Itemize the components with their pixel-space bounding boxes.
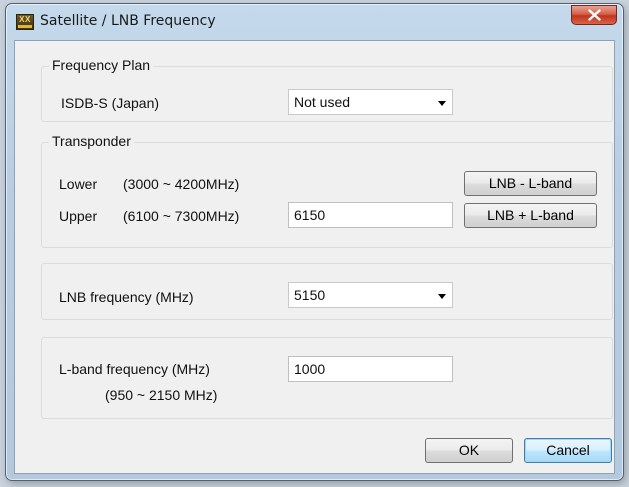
ok-button[interactable]: OK xyxy=(425,438,513,463)
app-logo-text: XX xyxy=(19,15,31,24)
lnb-minus-lband-button[interactable]: LNB - L-band xyxy=(464,171,597,196)
dropdown-arrow-icon xyxy=(438,101,446,106)
close-button[interactable] xyxy=(571,5,617,25)
window-title: Satellite / LNB Frequency xyxy=(40,13,216,29)
isdb-s-label: ISDB-S (Japan) xyxy=(61,95,160,111)
lband-frequency-label: L-band frequency (MHz) xyxy=(59,361,210,377)
lnb-plus-lband-button[interactable]: LNB + L-band xyxy=(464,203,597,228)
lband-frequency-input[interactable]: 1000 xyxy=(288,356,453,382)
upper-label: Upper xyxy=(59,208,98,224)
lnb-frequency-value: 5150 xyxy=(294,287,326,303)
lower-range-label: (3000 ~ 4200MHz) xyxy=(123,176,240,192)
lband-range-label: (950 ~ 2150 MHz) xyxy=(105,387,218,403)
upper-range-label: (6100 ~ 7300MHz) xyxy=(123,208,240,224)
lnb-frequency-label: LNB frequency (MHz) xyxy=(59,289,194,305)
dialog-window: XX Satellite / LNB Frequency Frequency P… xyxy=(5,3,624,481)
title-bar[interactable]: XX Satellite / LNB Frequency xyxy=(6,4,623,40)
isdb-s-select[interactable]: Not used xyxy=(288,89,453,115)
close-x-icon xyxy=(588,9,601,21)
app-logo-bar xyxy=(18,25,32,28)
cancel-button[interactable]: Cancel xyxy=(524,438,612,463)
app-logo-icon: XX xyxy=(16,14,34,30)
upper-frequency-input[interactable]: 6150 xyxy=(288,202,453,228)
frequency-plan-legend: Frequency Plan xyxy=(49,57,154,73)
lower-label: Lower xyxy=(59,176,98,192)
lnb-frequency-select[interactable]: 5150 xyxy=(288,282,453,308)
isdb-s-value: Not used xyxy=(294,94,351,110)
dialog-body: Frequency Plan ISDB-S (Japan) Not used T… xyxy=(14,40,615,474)
dropdown-arrow-icon xyxy=(438,294,446,299)
transponder-legend: Transponder xyxy=(49,133,134,149)
